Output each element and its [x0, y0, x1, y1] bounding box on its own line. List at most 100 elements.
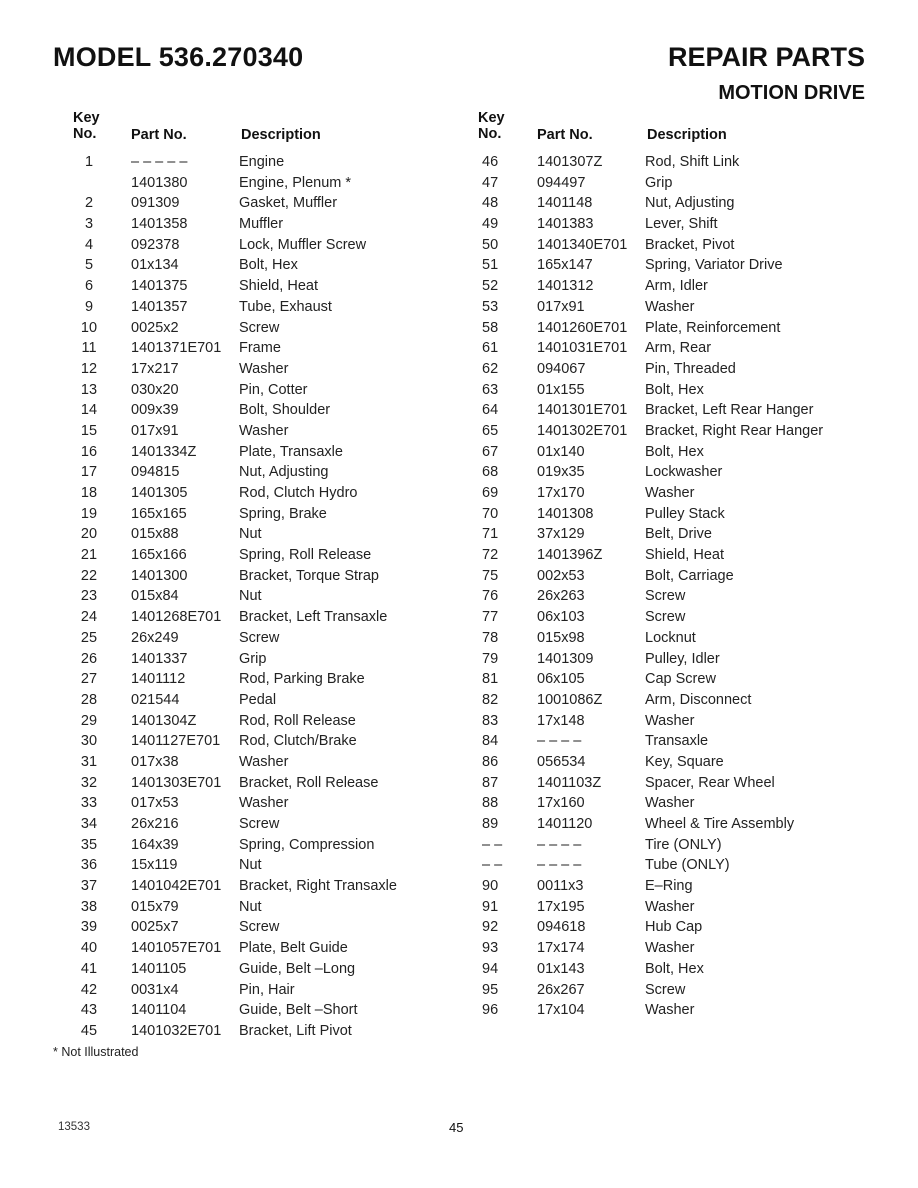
- description-cell: Bracket, Left Rear Hanger: [645, 402, 814, 419]
- description-cell: Screw: [645, 609, 686, 626]
- part-no-cell: 017x91: [131, 422, 179, 439]
- part-no-cell: 1401148: [537, 195, 593, 212]
- part-no-cell: 017x53: [131, 795, 179, 812]
- header-key-no: Key No.: [478, 110, 505, 142]
- table-row: 96 17x104 Washer: [478, 1000, 878, 1021]
- description-cell: Wheel & Tire Assembly: [645, 816, 795, 832]
- footnote-not-illustrated: * Not Illustrated: [53, 1045, 139, 1059]
- description-cell: Guide, Belt –Short: [239, 1002, 358, 1019]
- table-row: 1 – – – – – Engine: [73, 152, 463, 173]
- parts-table-right: Key No. Part No. Description 46 1401307Z R…: [478, 110, 878, 1021]
- table-row: 39 0025x7 Screw: [73, 917, 463, 938]
- key-no-cell: 76: [482, 588, 499, 605]
- table-row: 2 091309 Gasket, Muffler: [73, 193, 463, 214]
- key-no-cell: 10: [80, 319, 98, 336]
- part-no-cell: – – – –: [537, 857, 582, 874]
- description-cell: Nut: [239, 898, 262, 915]
- description-cell: Bracket, Pivot: [645, 236, 735, 253]
- key-no-cell: 29: [80, 712, 98, 729]
- part-no-cell: 1401303E701: [131, 774, 222, 791]
- part-no-cell: 26x267: [537, 981, 585, 998]
- description-cell: Screw: [239, 319, 280, 336]
- key-no-cell: 58: [482, 319, 499, 336]
- key-no-cell: 62: [482, 360, 499, 377]
- part-no-cell: 15x119: [131, 857, 178, 874]
- part-no-cell: 019x35: [537, 464, 585, 481]
- part-no-cell: 1401103Z: [537, 774, 602, 791]
- description-cell: E–Ring: [645, 878, 693, 895]
- parts-table-left: Key No. Part No. Description 1 – – – – – E…: [73, 110, 463, 1042]
- key-no-cell: 78: [482, 629, 499, 646]
- part-no-cell: 01x155: [537, 381, 585, 398]
- description-cell: Hub Cap: [645, 919, 703, 936]
- key-no-cell: 6: [84, 278, 94, 295]
- table-row: 37 1401042E701 Bracket, Right Transaxle: [73, 876, 463, 897]
- header-key-line2: No.: [73, 126, 97, 142]
- part-no-cell: 092378: [131, 236, 180, 253]
- part-no-cell: 021544: [131, 691, 180, 708]
- key-no-cell: 42: [80, 981, 98, 998]
- part-no-cell: 015x98: [537, 629, 585, 646]
- key-no-cell: 48: [482, 195, 499, 212]
- part-no-cell: 17x104: [537, 1002, 585, 1019]
- part-no-cell: 094618: [537, 919, 586, 936]
- key-no-cell: 72: [482, 547, 499, 564]
- description-cell: Muffler: [239, 216, 284, 233]
- description-cell: Arm, Idler: [645, 278, 708, 295]
- key-no-cell: 86: [482, 753, 499, 770]
- part-no-cell: – – – – –: [131, 154, 188, 170]
- description-cell: Lockwasher: [645, 464, 723, 481]
- description-cell: Bracket, Right Transaxle: [239, 878, 397, 895]
- table-row: 82 1001086Z Arm, Disconnect: [478, 690, 878, 711]
- key-no-cell: 47: [482, 174, 499, 191]
- part-no-cell: 17x174: [537, 940, 585, 957]
- part-no-cell: 17x160: [537, 795, 585, 812]
- table-row: 49 1401383 Lever, Shift: [478, 214, 878, 235]
- description-cell: Bolt, Hex: [645, 960, 704, 977]
- header-key-line2: No.: [478, 126, 502, 142]
- part-no-cell: 1401127E701: [131, 733, 221, 750]
- description-cell: Screw: [239, 919, 280, 936]
- part-no-cell: 1401337: [131, 650, 188, 667]
- description-cell: Pin, Cotter: [239, 381, 308, 398]
- key-no-cell: 22: [80, 567, 98, 584]
- description-cell: Grip: [645, 174, 673, 191]
- description-cell: Frame: [239, 340, 281, 357]
- description-cell: Pulley Stack: [645, 505, 725, 522]
- key-no-cell: 93: [482, 940, 499, 957]
- table-row: 23 015x84 Nut: [73, 586, 463, 607]
- description-cell: Shield, Heat: [239, 278, 318, 295]
- description-cell: Rod, Roll Release: [239, 712, 356, 729]
- table-row: 93 17x174 Washer: [478, 938, 878, 959]
- table-row: 33 017x53 Washer: [73, 793, 463, 814]
- key-no-cell: 61: [482, 340, 499, 357]
- part-no-cell: 1401309: [537, 650, 594, 667]
- part-no-cell: 1401380: [131, 174, 188, 191]
- table-row: 16 1401334Z Plate, Transaxle: [73, 442, 463, 463]
- part-no-cell: 094815: [131, 464, 180, 481]
- part-no-cell: 1401032E701: [131, 1022, 222, 1039]
- table-row: 84 – – – – Transaxle: [478, 731, 878, 752]
- key-no-cell: 50: [482, 236, 499, 253]
- part-no-cell: 1401340E701: [537, 236, 628, 253]
- description-cell: Nut: [239, 857, 262, 874]
- part-no-cell: 01x140: [537, 443, 585, 460]
- table-row: 52 1401312 Arm, Idler: [478, 276, 878, 297]
- table-row: – – – – – – Tire (ONLY): [478, 835, 878, 856]
- table-row: 67 01x140 Bolt, Hex: [478, 442, 878, 463]
- part-no-cell: 1401357: [131, 298, 188, 315]
- description-cell: Nut, Adjusting: [239, 464, 329, 481]
- key-no-cell: 3: [84, 216, 94, 233]
- key-no-cell: 11: [81, 340, 97, 357]
- description-cell: Bracket, Left Transaxle: [239, 609, 388, 626]
- table-row: 27 1401112 Rod, Parking Brake: [73, 669, 463, 690]
- description-cell: Rod, Clutch/Brake: [239, 733, 357, 750]
- part-no-cell: 1401260E701: [537, 319, 628, 336]
- key-no-cell: 68: [482, 464, 499, 481]
- table-row: 86 056534 Key, Square: [478, 752, 878, 773]
- model-title: MODEL 536.270340: [53, 42, 304, 72]
- description-cell: Plate, Transaxle: [239, 443, 343, 460]
- part-no-cell: 1401375: [131, 278, 188, 295]
- key-no-cell: 95: [482, 981, 499, 998]
- key-no-cell: 36: [80, 857, 98, 874]
